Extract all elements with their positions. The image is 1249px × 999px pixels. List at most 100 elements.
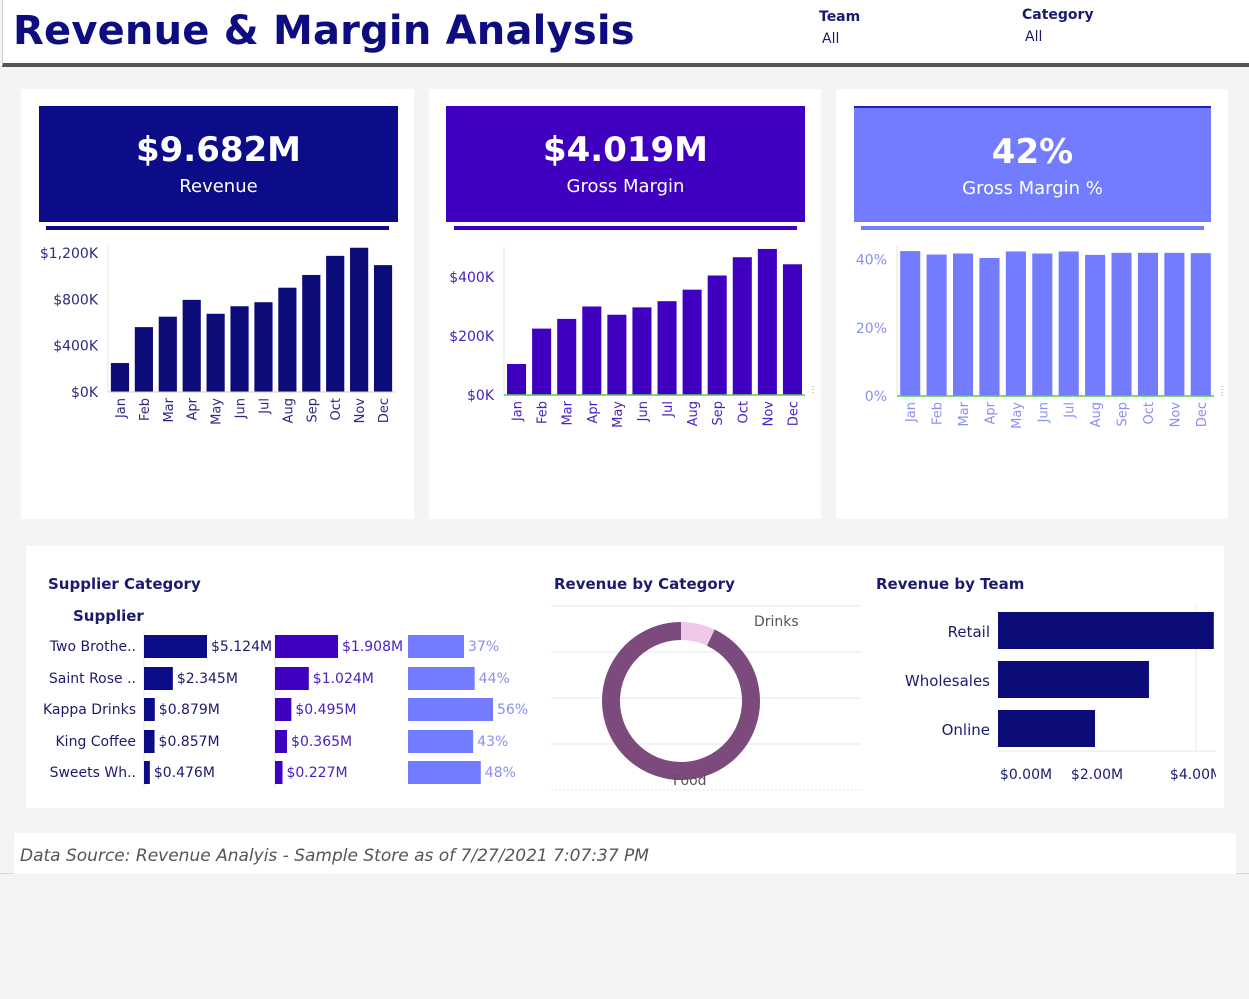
x-tick-label: Apr <box>983 401 998 424</box>
supplier-bar <box>144 698 155 721</box>
supplier-value-label: $0.879M <box>159 702 220 718</box>
team-label: Retail <box>948 623 990 641</box>
x-tick-label: Sep <box>305 398 320 423</box>
header: Revenue & Margin Analysis Team All Categ… <box>2 0 1249 67</box>
x-tick-label: Jun <box>636 401 651 422</box>
x-tick-label: Jan <box>511 401 526 422</box>
bar-may <box>206 313 225 392</box>
supplier-bar <box>408 667 475 690</box>
x-tick-label: Feb <box>536 401 551 424</box>
bar-jun <box>230 306 249 392</box>
y-tick-label: 20% <box>856 321 887 337</box>
supplier-bar <box>275 761 283 784</box>
bar-mar <box>158 316 177 392</box>
supplier-value-label: $1.908M <box>342 639 403 655</box>
bar-jul <box>1058 251 1079 396</box>
supplier-label: Saint Rose .. <box>49 671 136 687</box>
supplier-value-label: $0.476M <box>154 765 215 781</box>
x-tick-label: Oct <box>736 401 751 423</box>
x-tick-label: Apr <box>586 400 601 423</box>
supplier-bar <box>408 698 493 721</box>
dashboard: Revenue & Margin Analysis Team All Categ… <box>0 0 1249 874</box>
bar-mar <box>557 318 577 395</box>
team-filter-label: Team <box>819 9 861 25</box>
donut-slice-drinks <box>680 622 715 646</box>
supplier-label: Kappa Drinks <box>43 702 136 718</box>
footer: Data Source: Revenue Analyis - Sample St… <box>14 833 1236 874</box>
supplier-value-label: 48% <box>485 765 516 781</box>
team-bar-online <box>998 710 1096 747</box>
revenue-kpi-label: Revenue <box>179 176 258 197</box>
bar-sep <box>302 274 321 392</box>
supplier-value-label: 56% <box>497 702 528 718</box>
supplier-bar <box>408 761 481 784</box>
bar-dec <box>782 264 802 395</box>
revenue-by-category-title: Revenue by Category <box>554 575 735 593</box>
gross-margin-kpi-card: $4.019M Gross Margin <box>446 106 805 222</box>
bar-jan <box>507 364 527 395</box>
x-tick-label: Apr <box>186 397 201 420</box>
x-tick-label: Jun <box>1036 402 1051 423</box>
gross-margin-pct-kpi-label: Gross Margin % <box>962 178 1103 199</box>
revenue-monthly-chart: $0K $400K $800K $1,200K Jan Feb Mar Apr May Jun Ju… <box>40 246 395 425</box>
supplier-label: Sweets Wh.. <box>50 765 136 781</box>
supplier-label: Two Brothe.. <box>49 639 136 655</box>
bar-oct <box>1137 252 1158 396</box>
x-tick-label: Oct <box>329 398 344 420</box>
x-tick-label: Mar <box>561 400 576 425</box>
gross-margin-kpi-value: $4.019M <box>542 130 709 170</box>
team-bar-wholesales <box>998 661 1149 698</box>
gross-margin-pct-kpi-value: 42% <box>991 132 1074 172</box>
gross-margin-pct-panel: 42% Gross Margin % 0% 20% 40% Jan Feb Mar Apr M… <box>836 89 1228 519</box>
bar-jan <box>110 363 130 392</box>
x-tick-label: Nov <box>353 398 368 424</box>
bar-apr <box>182 299 201 392</box>
x-tick-label: Dec <box>377 398 392 423</box>
supplier-value-label: 43% <box>477 734 508 750</box>
supplier-value-label: $1.024M <box>313 671 374 687</box>
supplier-value-label: $0.495M <box>295 702 356 718</box>
x-tick-label: Sep <box>711 401 726 426</box>
x-tick-label: Aug <box>281 398 296 423</box>
gross-margin-pct-kpi-card: 42% Gross Margin % <box>854 106 1211 222</box>
supplier-value-label: $2.345M <box>177 671 238 687</box>
bar-aug <box>278 287 297 392</box>
gross-margin-kpi-label: Gross Margin <box>566 176 685 197</box>
team-bar-retail <box>998 612 1214 649</box>
supplier-value-label: 44% <box>479 671 510 687</box>
y-tick-label: $400K <box>53 339 99 355</box>
gross-margin-panel: $4.019M Gross Margin $0K $200K $400K Jan Feb… <box>429 89 821 519</box>
gross-margin-monthly-chart: $0K $200K $400K Jan Feb Mar Apr May Jun Jul Aug Sep… <box>449 246 814 428</box>
supplier-value-label: $0.365M <box>291 734 352 750</box>
bar-sep <box>1111 252 1132 396</box>
supplier-label: King Coffee <box>56 734 137 750</box>
x-tick-label: Oct <box>1142 402 1157 424</box>
x-tick-label: May <box>611 401 626 428</box>
team-filter-dropdown[interactable]: All <box>822 31 839 47</box>
supplier-column-header: Supplier <box>73 607 144 625</box>
supplier-bar <box>408 730 474 753</box>
bar-sep <box>707 275 727 395</box>
bar-apr <box>979 257 1000 396</box>
supplier-bar <box>408 635 464 658</box>
x-tick-label: May <box>1010 402 1025 429</box>
supplier-bar <box>144 730 155 753</box>
x-tick-label: Jul <box>1063 402 1078 419</box>
data-source-note: Data Source: Revenue Analyis - Sample St… <box>20 846 649 866</box>
x-tick-label: Mar <box>957 401 972 426</box>
category-filter-dropdown[interactable]: All <box>1025 29 1042 45</box>
bar-jul <box>657 301 677 395</box>
category-filter-label: Category <box>1022 7 1094 23</box>
bar-nov <box>757 248 777 395</box>
bar-feb <box>926 254 947 396</box>
donut-label-food: Food <box>673 773 707 789</box>
revenue-by-team-title: Revenue by Team <box>876 575 1025 593</box>
revenue-kpi-value: $9.682M <box>135 130 302 170</box>
supplier-bar <box>275 698 292 721</box>
bar-aug <box>1085 254 1106 396</box>
bar-may <box>607 314 627 395</box>
bar-aug <box>682 289 702 395</box>
supplier-bar <box>275 635 338 658</box>
x-tick-label: Jan <box>904 402 919 423</box>
supplier-value-label: $0.227M <box>286 765 347 781</box>
